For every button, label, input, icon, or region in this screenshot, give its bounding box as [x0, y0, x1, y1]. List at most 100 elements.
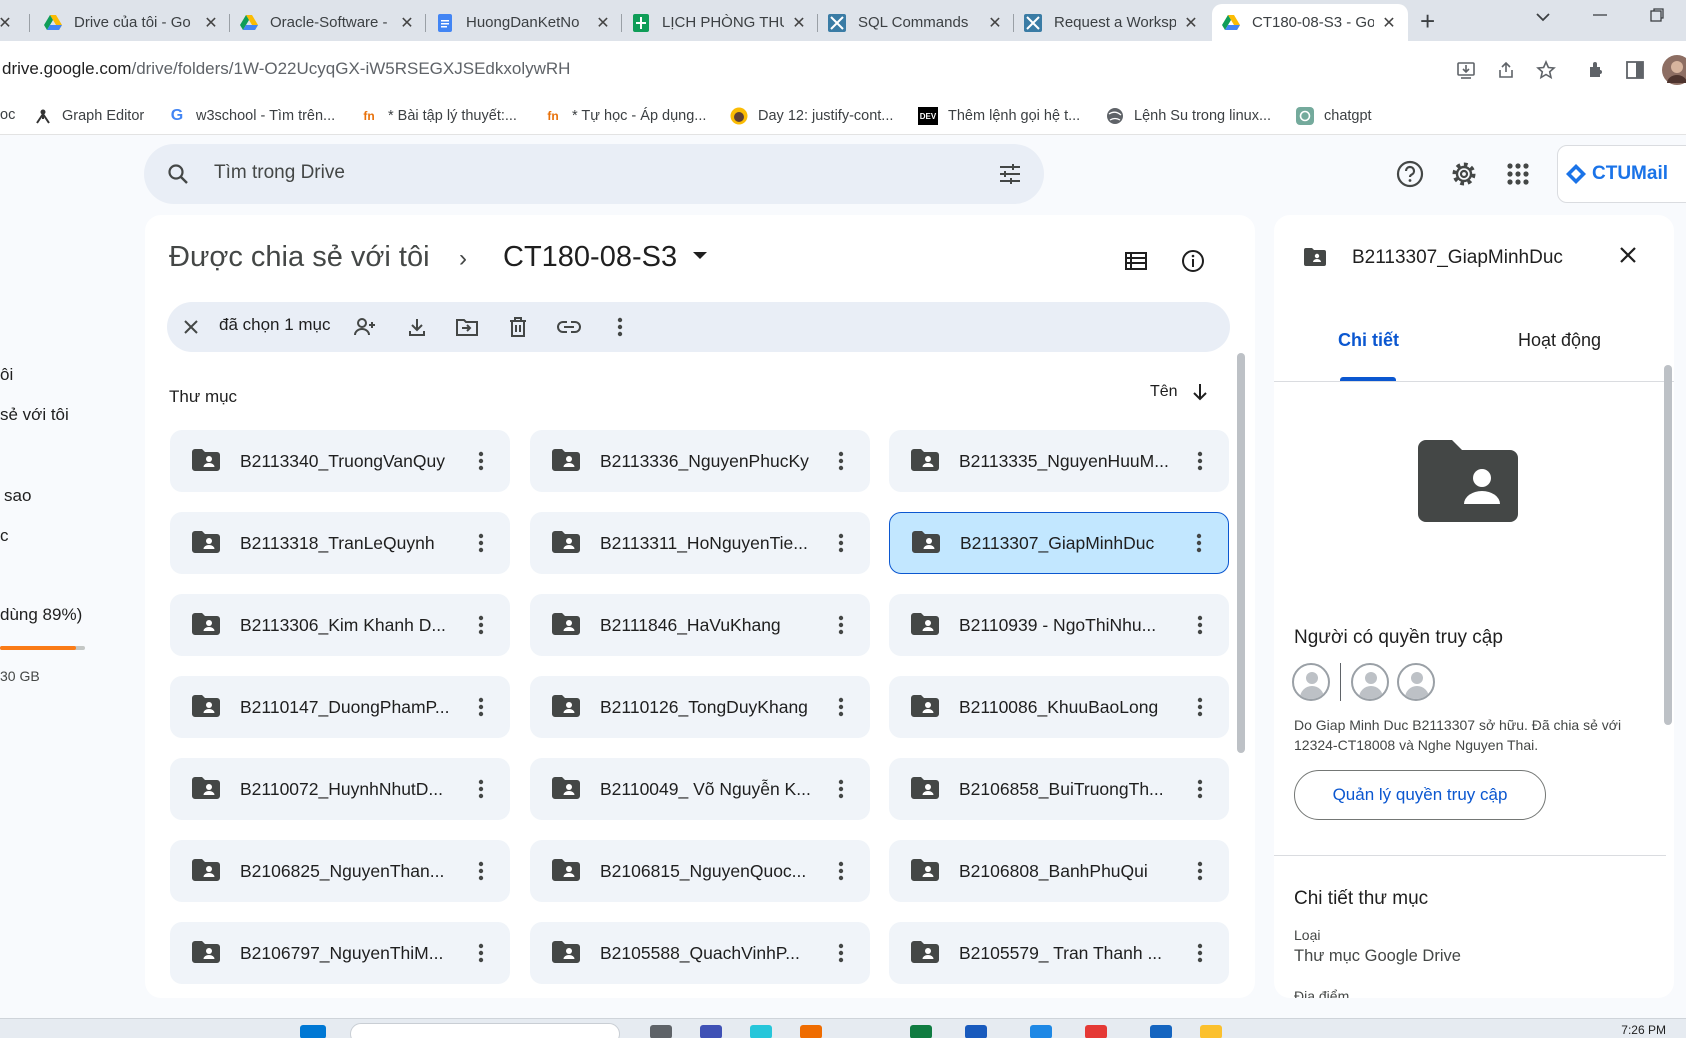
taskbar-word-icon[interactable] [965, 1025, 987, 1038]
more-options-icon[interactable] [830, 777, 852, 801]
taskbar-search[interactable] [350, 1023, 620, 1038]
tab-details[interactable]: Chi tiết [1338, 330, 1399, 351]
folder-item[interactable]: B2113340_TruongVanQuy [170, 430, 510, 492]
tab-close-icon[interactable]: ✕ [1380, 13, 1398, 33]
drive-search-bar[interactable]: Tìm trong Drive [144, 144, 1044, 204]
taskbar-app-icon[interactable] [800, 1025, 822, 1038]
folder-item[interactable]: B2106797_NguyenThiM... [170, 922, 510, 984]
folder-item[interactable]: B2113318_TranLeQuynh [170, 512, 510, 574]
taskbar-chrome-icon[interactable] [1200, 1025, 1222, 1038]
bookmark-tu-hoc[interactable]: fn * Tự học - Áp dụng... [544, 107, 706, 125]
more-options-icon[interactable] [1189, 941, 1211, 965]
scrollbar-thumb[interactable] [1237, 353, 1245, 753]
new-tab-icon[interactable]: + [1420, 6, 1435, 37]
more-options-icon[interactable] [830, 531, 852, 555]
tab-close-icon[interactable]: ✕ [986, 13, 1004, 33]
folder-item[interactable]: B2110086_KhuuBaoLong [889, 676, 1229, 738]
folder-item[interactable]: B2113311_HoNguyenTie... [530, 512, 870, 574]
close-details-icon[interactable] [1618, 245, 1638, 270]
folder-item[interactable]: B2106808_BanhPhuQui [889, 840, 1229, 902]
more-options-icon[interactable] [830, 695, 852, 719]
more-options-icon[interactable] [830, 859, 852, 883]
folder-item[interactable]: B2106815_NguyenQuoc... [530, 840, 870, 902]
access-avatars[interactable] [1292, 663, 1443, 701]
more-options-icon[interactable] [470, 613, 492, 637]
taskbar-app-icon[interactable] [700, 1025, 722, 1038]
tab-partial[interactable]: ✕ [0, 4, 30, 41]
file-list-scrollbar[interactable] [1235, 353, 1245, 753]
folder-item[interactable]: B2106858_BuiTruongTh... [889, 758, 1229, 820]
folder-item[interactable]: B2113335_NguyenHuuM... [889, 430, 1229, 492]
taskbar-app-icon[interactable] [1085, 1025, 1107, 1038]
taskbar-app-icon[interactable] [1150, 1025, 1172, 1038]
nav-shared-with-me[interactable]: sẻ với tôi [0, 405, 69, 425]
tab-3[interactable]: LỊCH PHÒNG THU ✕ [622, 4, 818, 41]
bookmark-0[interactable]: oc [0, 107, 15, 123]
profile-avatar-icon[interactable] [1662, 55, 1686, 85]
taskbar-app-icon[interactable] [750, 1025, 772, 1038]
taskbar-app-icon[interactable] [1030, 1025, 1052, 1038]
tab-5[interactable]: Request a Worksp ✕ [1014, 4, 1210, 41]
minimize-icon[interactable] [1593, 6, 1607, 27]
bookmark-chatgpt[interactable]: chatgpt [1296, 107, 1372, 125]
list-view-icon[interactable] [1124, 249, 1148, 273]
search-icon[interactable] [166, 162, 190, 191]
sort-arrow-down-icon[interactable] [1192, 383, 1208, 401]
trash-icon[interactable] [506, 315, 530, 339]
taskbar-excel-icon[interactable] [910, 1025, 932, 1038]
shared-user-avatar[interactable] [1397, 663, 1435, 701]
help-icon[interactable] [1396, 160, 1424, 188]
folder-item[interactable]: B2105579_ Tran Thanh ... [889, 922, 1229, 984]
copy-link-icon[interactable] [557, 315, 581, 339]
bookmark-them-lenh[interactable]: DEV Thêm lệnh gọi hệ t... [918, 107, 1080, 125]
apps-grid-icon[interactable] [1504, 160, 1532, 188]
more-options-icon[interactable] [470, 695, 492, 719]
folder-item[interactable]: B2113306_Kim Khanh D... [170, 594, 510, 656]
tab-1[interactable]: Oracle-Software - ✕ [230, 4, 426, 41]
folder-item[interactable]: B2110072_HuynhNhutD... [170, 758, 510, 820]
share-person-add-icon[interactable] [353, 315, 377, 339]
nav-my-drive[interactable]: ôi [0, 365, 13, 385]
folder-item[interactable]: B2113307_GiapMinhDuc [889, 512, 1229, 574]
taskbar-app-icon[interactable] [650, 1025, 672, 1038]
ctumail-logo[interactable]: CTUMail [1557, 145, 1686, 203]
bookmark-lenh-su[interactable]: Lệnh Su trong linux... [1106, 107, 1271, 125]
more-options-icon[interactable] [1189, 613, 1211, 637]
info-icon[interactable] [1181, 249, 1205, 273]
tab-2[interactable]: HuongDanKetNo ✕ [426, 4, 622, 41]
more-options-icon[interactable] [1189, 777, 1211, 801]
bookmark-star-icon[interactable] [1533, 57, 1559, 83]
more-options-icon[interactable] [470, 941, 492, 965]
move-folder-icon[interactable] [455, 315, 479, 339]
folder-item[interactable]: B2110939 - NgoThiNhu... [889, 594, 1229, 656]
folder-item[interactable]: B2110049_ Võ Nguyễn K... [530, 758, 870, 820]
download-icon[interactable] [405, 315, 429, 339]
more-options-icon[interactable] [1189, 859, 1211, 883]
more-options-icon[interactable] [830, 449, 852, 473]
search-options-icon[interactable] [998, 162, 1022, 191]
folder-item[interactable]: B2110147_DuongPhamP... [170, 676, 510, 738]
side-panel-icon[interactable] [1622, 57, 1648, 83]
folder-item[interactable]: B2111846_HaVuKhang [530, 594, 870, 656]
extensions-icon[interactable] [1583, 57, 1609, 83]
address-bar[interactable]: drive.google.com/drive/folders/1W-O22Ucy… [2, 59, 570, 79]
more-options-icon[interactable] [1189, 695, 1211, 719]
tab-close-icon[interactable]: ✕ [0, 13, 14, 33]
more-options-icon[interactable] [470, 859, 492, 883]
tab-0[interactable]: Drive của tôi - Go ✕ [34, 4, 230, 41]
more-actions-icon[interactable] [608, 315, 632, 339]
breadcrumb-shared-with-me[interactable]: Được chia sẻ với tôi [169, 241, 430, 274]
share-icon[interactable] [1493, 57, 1519, 83]
tab-close-icon[interactable]: ✕ [594, 13, 612, 33]
more-options-icon[interactable] [830, 613, 852, 637]
nav-spam[interactable]: c [0, 526, 9, 546]
settings-gear-icon[interactable] [1450, 160, 1478, 188]
bookmark-graph-editor[interactable]: Graph Editor [34, 107, 144, 125]
clear-selection-close-icon[interactable] [171, 307, 211, 347]
tab-close-icon[interactable]: ✕ [398, 13, 416, 33]
breadcrumb-current-folder[interactable]: CT180-08-S3 [503, 241, 677, 274]
manage-access-button[interactable]: Quản lý quyền truy cập [1294, 770, 1546, 820]
tab-activity[interactable]: Hoạt động [1518, 330, 1601, 351]
restore-icon[interactable] [1650, 6, 1664, 27]
shared-user-avatar[interactable] [1351, 663, 1389, 701]
